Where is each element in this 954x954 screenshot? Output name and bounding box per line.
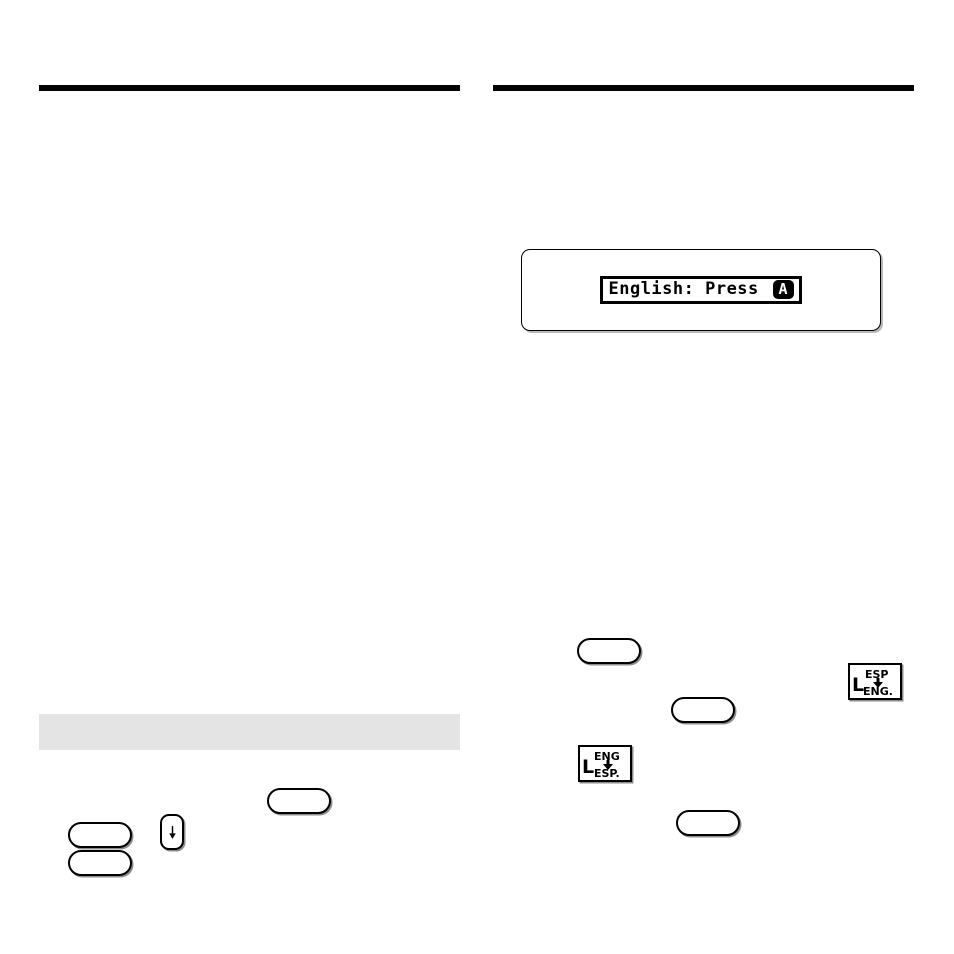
keycap-left-lower[interactable] — [68, 850, 132, 876]
keycap-right-upper[interactable] — [577, 638, 641, 664]
down-arrow-key[interactable] — [160, 814, 184, 850]
lcd-key-a-glyph: A — [772, 280, 794, 299]
keycap-right-lower[interactable] — [676, 810, 740, 836]
keycap-left-upper[interactable] — [267, 788, 331, 814]
eng-to-esp-icon: L ENG ESP. — [578, 745, 632, 782]
lcd-screen: English: Press A — [600, 276, 802, 304]
svg-text:ESP.: ESP. — [594, 767, 620, 780]
document-page: English: Press A L ESP ENG. L ENG ESP. — [0, 0, 954, 954]
section-highlight-bar — [39, 714, 460, 750]
left-column — [39, 85, 460, 945]
svg-text:L: L — [582, 756, 594, 778]
svg-text:ENG.: ENG. — [863, 685, 893, 698]
keycap-right-middle[interactable] — [671, 697, 735, 723]
lcd-message-text: English: Press — [608, 279, 770, 299]
esp-to-eng-icon: L ESP ENG. — [848, 663, 902, 700]
lcd-display-panel: English: Press A — [521, 249, 881, 331]
keycap-left-middle[interactable] — [68, 822, 132, 848]
